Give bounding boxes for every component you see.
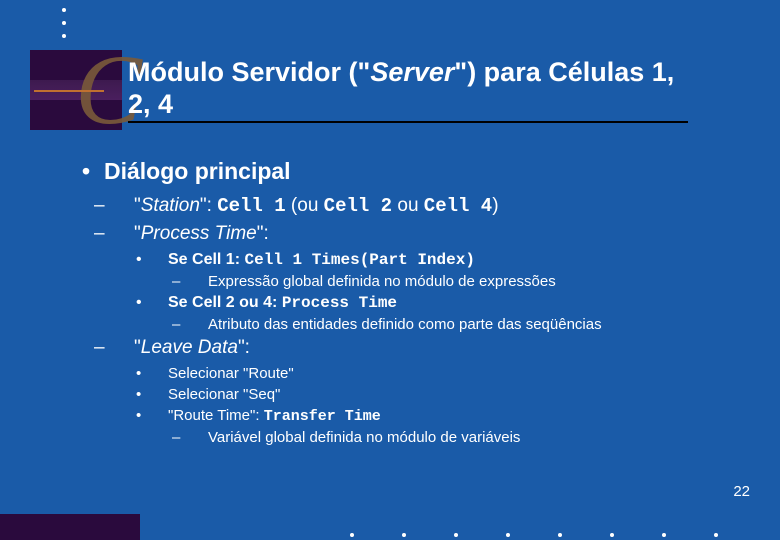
page-number: 22 xyxy=(733,483,750,500)
title-wrap: Módulo Servidor ("Server") para Células … xyxy=(128,52,748,123)
slide-title: Módulo Servidor ("Server") para Células … xyxy=(128,56,688,121)
bullet-l1: •Diálogo principal xyxy=(82,158,750,185)
note-cell24: –Atributo das entidades definido como pa… xyxy=(190,316,750,333)
bullet-route: •Selecionar "Route" xyxy=(152,365,750,382)
note-cell1: –Expressão global definida no módulo de … xyxy=(190,273,750,290)
decorative-dots-top xyxy=(62,8,66,38)
bullet-route-time: •"Route Time": Transfer Time xyxy=(152,407,750,425)
bullet-leave-data: –"Leave Data": xyxy=(114,337,750,359)
bullet-process-time: –"Process Time": xyxy=(114,223,750,245)
content: •Diálogo principal –"Station": Cell 1 (o… xyxy=(82,158,750,450)
decorative-bottom-bar xyxy=(0,514,140,540)
note-route-time: –Variável global definida no módulo de v… xyxy=(190,429,750,446)
bullet-cell1: •Se Cell 1: Cell 1 Times(Part Index) xyxy=(152,251,750,269)
bullet-seq: •Selecionar "Seq" xyxy=(152,386,750,403)
bullet-cell24: •Se Cell 2 ou 4: Process Time xyxy=(152,294,750,312)
decorative-dots-bottom xyxy=(350,533,718,537)
bullet-station: –"Station": Cell 1 (ou Cell 2 ou Cell 4) xyxy=(114,195,750,217)
logo: C xyxy=(30,50,122,130)
